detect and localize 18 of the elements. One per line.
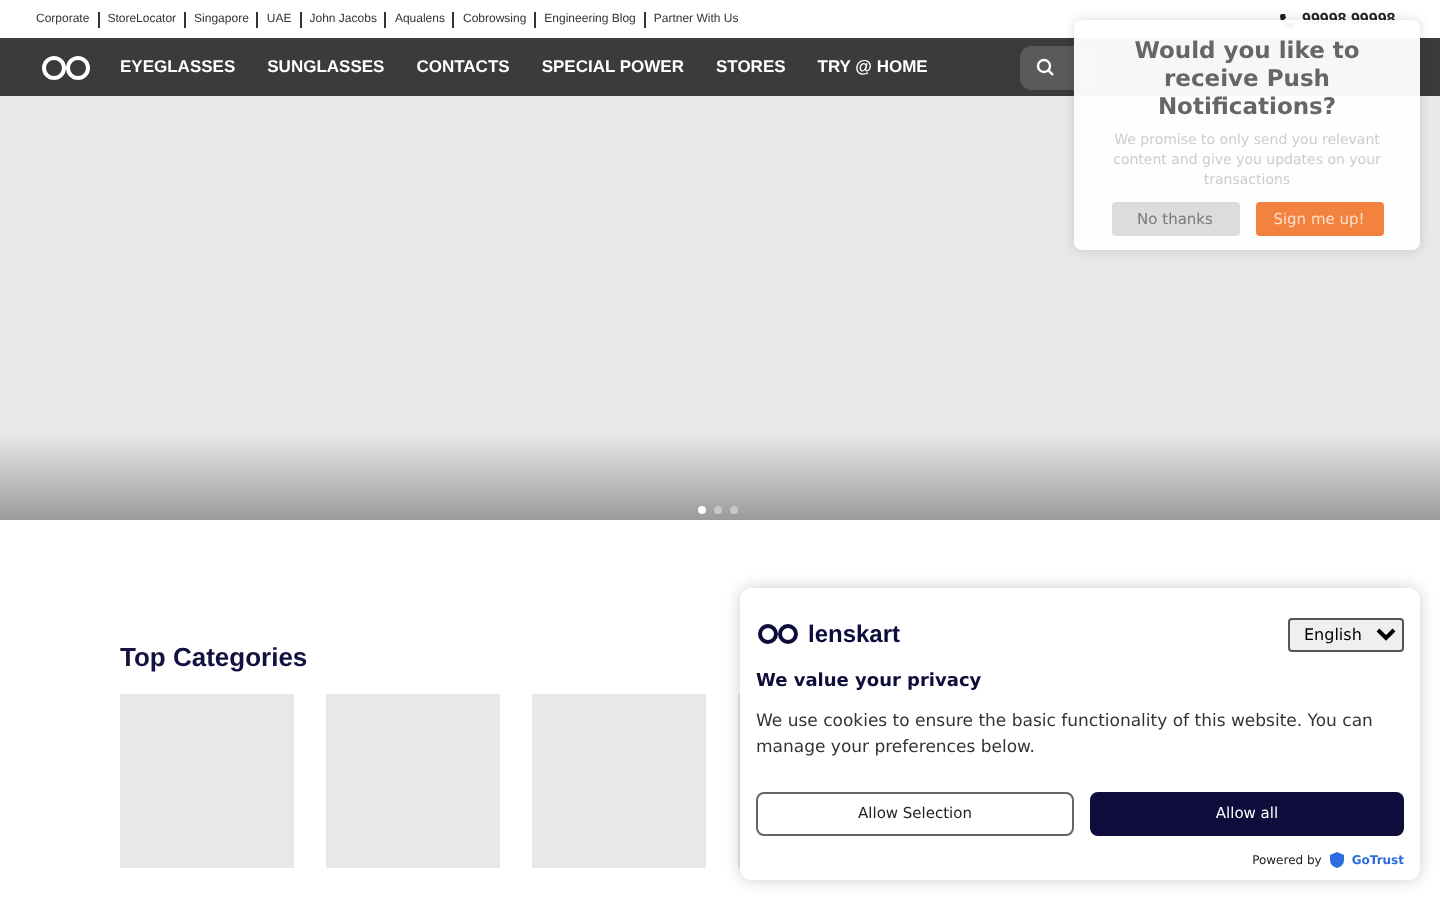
nav-link[interactable]: STORES xyxy=(715,54,786,80)
privacy-text: We use cookies to ensure the basic functionality of this website. You can manage your preferences below. xyxy=(756,709,1375,762)
nav-link[interactable]: SPECIAL POWER xyxy=(541,54,684,80)
search-icon xyxy=(1036,58,1054,76)
nav-link[interactable]: EYEGLASSES xyxy=(120,54,236,80)
carousel-dot[interactable] xyxy=(698,506,706,514)
phone-number[interactable]: 99998 99998 xyxy=(1302,8,1396,32)
privacy-title: We value your privacy xyxy=(756,672,984,694)
glasses-logo-icon[interactable] xyxy=(40,55,92,79)
nav-link[interactable]: CONTACTS xyxy=(416,54,510,80)
language-select[interactable]: English xyxy=(1288,617,1404,651)
section-title: Top Categories xyxy=(120,640,310,676)
glasses-logo-icon xyxy=(756,624,800,644)
brand-name: lenskart xyxy=(808,618,901,652)
prompt-title: Would you like to receive Push Notifications? xyxy=(1132,36,1362,120)
nav-link[interactable]: TRY @ HOME xyxy=(817,54,928,80)
nav-link[interactable]: SUNGLASSES xyxy=(267,54,385,80)
shield-icon xyxy=(1329,852,1344,869)
